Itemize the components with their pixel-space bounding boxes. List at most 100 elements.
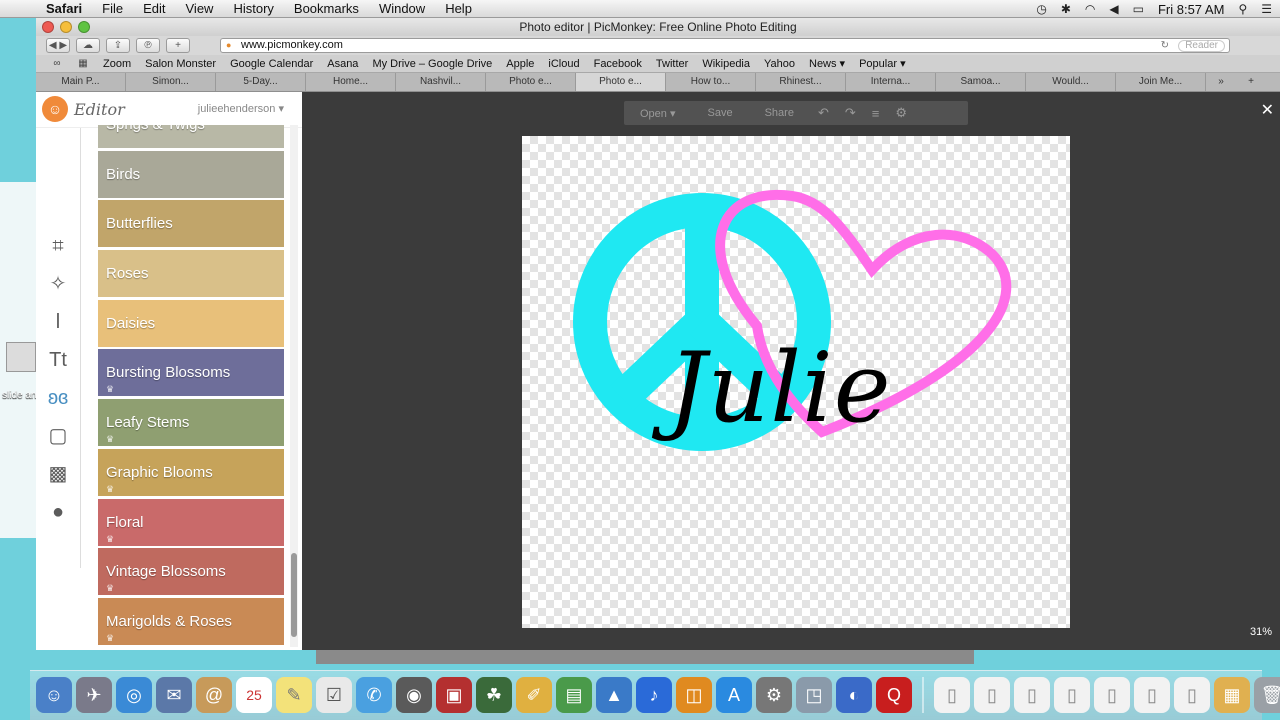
reminders-icon[interactable]: ☑ [316,677,352,713]
ibooks-icon[interactable]: ◫ [676,677,712,713]
tab[interactable]: Nashvil... [396,73,486,91]
list-item[interactable]: Butterflies [98,200,284,248]
bookmark-google-calendar[interactable]: Google Calendar [223,58,320,70]
photo-canvas[interactable]: Julie [522,136,1070,628]
more-tabs-icon[interactable]: » [1206,73,1236,91]
bookmark-wikipedia[interactable]: Wikipedia [695,58,757,70]
document-stack-icon[interactable]: ▯ [1174,677,1210,713]
document-stack-icon[interactable]: ▯ [934,677,970,713]
list-item[interactable]: Marigolds & Roses ♛ [98,597,284,645]
document-stack-icon[interactable]: ▯ [1054,677,1090,713]
icloud-tabs-button[interactable]: ☁ [76,38,100,53]
themes-apple-icon[interactable]: ● [43,498,73,526]
reader-button[interactable]: Reader [1178,40,1225,52]
battery-icon[interactable]: ▭ [1133,2,1144,16]
close-window-icon[interactable] [42,21,54,33]
keynote-icon[interactable]: ▲ [596,677,632,713]
list-item[interactable]: Sprigs & Twigs [98,125,284,148]
bookmark-google-drive[interactable]: My Drive – Google Drive [365,58,499,70]
list-icon[interactable]: ☰ [1261,2,1272,16]
text-icon[interactable]: Tt [43,346,73,374]
app-store-icon[interactable]: A [716,677,752,713]
finder-icon[interactable]: ☺ [36,677,72,713]
reading-list-icon[interactable]: ∞ [44,58,70,69]
spotlight-icon[interactable]: ⚲ [1238,2,1247,16]
menu-file[interactable]: File [92,1,133,16]
share-button[interactable]: ⇪ [106,38,130,53]
tab[interactable]: Interna... [846,73,936,91]
effects-wand-icon[interactable]: ✧ [43,270,73,298]
textures-icon[interactable]: ▩ [43,460,73,488]
bookmark-salon-monster[interactable]: Salon Monster [138,58,223,70]
user-menu[interactable]: julieehenderson ▾ [198,102,284,115]
itunes-icon[interactable]: ♪ [636,677,672,713]
document-stack-icon[interactable]: ▯ [974,677,1010,713]
tab[interactable]: Samoa... [936,73,1026,91]
bookmark-yahoo[interactable]: Yahoo [757,58,802,70]
document-stack-icon[interactable]: ▯ [1094,677,1130,713]
tab[interactable]: Simon... [126,73,216,91]
time-machine-icon[interactable]: ◷ [1036,2,1046,16]
top-sites-icon[interactable]: ▦ [70,58,96,69]
tab[interactable]: 5-Day... [216,73,306,91]
system-preferences-icon[interactable]: ⚙ [756,677,792,713]
desktop-file-icon[interactable] [6,342,36,372]
menu-safari[interactable]: Safari [36,1,92,16]
tab[interactable]: How to... [666,73,756,91]
mail-icon[interactable]: ✉ [156,677,192,713]
menu-window[interactable]: Window [369,1,435,16]
trash-icon[interactable]: 🗑 [1254,677,1280,713]
tab[interactable]: Join Me... [1116,73,1206,91]
photo-booth-icon[interactable]: ▣ [436,677,472,713]
new-tab-button[interactable]: + [166,38,190,53]
menu-help[interactable]: Help [435,1,482,16]
list-item[interactable]: Floral ♛ [98,498,284,546]
bookmark-news[interactable]: News ▾ [802,57,852,70]
zoom-window-icon[interactable] [78,21,90,33]
list-item[interactable]: Daisies [98,299,284,347]
tab[interactable]: Photo e... [486,73,576,91]
bookmark-facebook[interactable]: Facebook [587,58,649,70]
list-item[interactable]: Leafy Stems ♛ [98,399,284,447]
applications-folder-icon[interactable]: ▦ [1214,677,1250,713]
document-stack-icon[interactable]: ▯ [1134,677,1170,713]
bookmark-icloud[interactable]: iCloud [541,58,586,70]
safari-icon[interactable]: ◎ [116,677,152,713]
menu-edit[interactable]: Edit [133,1,175,16]
volume-icon[interactable]: ◀ [1109,2,1118,16]
minimize-window-icon[interactable] [60,21,72,33]
launchpad-icon[interactable]: ✈ [76,677,112,713]
frames-icon[interactable]: ▢ [43,422,73,450]
save-button[interactable]: Save [692,107,749,119]
bookmark-twitter[interactable]: Twitter [649,58,695,70]
list-item[interactable]: Vintage Blossoms ♛ [98,548,284,596]
facetime-icon[interactable]: ◉ [396,677,432,713]
tab[interactable]: Rhinest... [756,73,846,91]
zoom-level[interactable]: 31% [1250,626,1272,638]
menu-clock[interactable]: Fri 8:57 AM [1158,2,1224,17]
list-scrollbar[interactable] [290,125,298,647]
crop-icon[interactable]: ⌗ [43,232,73,260]
touch-up-lipstick-icon[interactable]: ǀ [43,308,73,336]
pinterest-button[interactable]: ℗ [136,38,160,53]
notes-icon[interactable]: ✎ [276,677,312,713]
contacts-icon[interactable]: @ [196,677,232,713]
undo-icon[interactable]: ↶ [810,105,837,121]
share-button[interactable]: Share [749,107,810,119]
tab[interactable]: Home... [306,73,396,91]
open-button[interactable]: Open ▾ [624,107,692,120]
overlays-butterfly-icon[interactable]: ʚɞ [43,384,73,412]
tab-active[interactable]: Photo e... [576,73,666,91]
new-tab-plus-icon[interactable]: + [1236,73,1266,91]
quicken-icon[interactable]: Q [876,677,912,713]
tab[interactable]: Would... [1026,73,1116,91]
settings-gear-icon[interactable]: ⚙ [887,105,915,121]
list-item[interactable]: Roses [98,250,284,298]
list-item[interactable]: Bursting Blossoms ♛ [98,349,284,397]
reload-icon[interactable]: ↻ [1161,39,1169,52]
menu-view[interactable]: View [176,1,224,16]
calendar-icon[interactable]: 25 [236,677,272,713]
scroll-thumb[interactable] [291,553,297,637]
redo-icon[interactable]: ↷ [837,105,864,121]
bookmark-popular[interactable]: Popular ▾ [852,57,913,70]
